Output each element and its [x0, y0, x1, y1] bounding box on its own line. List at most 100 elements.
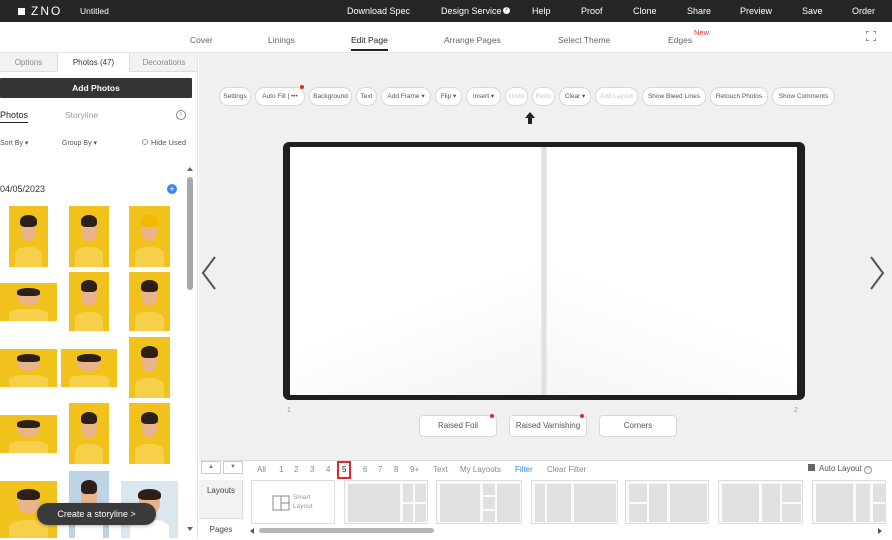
tab-options[interactable]: Options: [0, 53, 57, 72]
clear-button[interactable]: Clear ▾: [559, 87, 591, 106]
background-button[interactable]: Background: [309, 87, 352, 106]
page-left[interactable]: [290, 147, 544, 395]
raised-varnishing-button[interactable]: Raised Varnishing: [509, 414, 587, 437]
photo-thumbnail[interactable]: [129, 337, 170, 398]
clear-filter-button[interactable]: Clear Filter: [547, 465, 586, 474]
smart-layout-card[interactable]: Smart Layout: [251, 480, 335, 524]
photo-thumbnail[interactable]: [129, 206, 170, 267]
add-layout-button[interactable]: Add Layout: [595, 87, 638, 106]
filter-4[interactable]: 4: [326, 465, 330, 474]
photo-thumbnail[interactable]: [69, 206, 109, 267]
tab-select-theme[interactable]: Select Theme: [558, 35, 610, 45]
raised-foil-button[interactable]: Raised Foil: [419, 414, 497, 437]
photo-thumbnail[interactable]: [0, 415, 57, 453]
layout-thumbnail[interactable]: [812, 480, 886, 524]
filter-7[interactable]: 7: [378, 465, 382, 474]
page-right[interactable]: [544, 147, 797, 395]
menu-design-service[interactable]: Design Service?: [441, 6, 510, 16]
scroll-left-icon[interactable]: [249, 527, 255, 535]
scroll-down-icon[interactable]: [186, 525, 194, 533]
layout-thumbnail[interactable]: [531, 480, 618, 524]
redo-button[interactable]: Redo: [532, 87, 555, 106]
tab-photos[interactable]: Photos (47): [57, 53, 130, 72]
flip-button[interactable]: Flip ▾: [435, 87, 462, 106]
show-bleed-lines-button[interactable]: Show Bleed Lines: [642, 87, 706, 106]
create-storyline-button[interactable]: Create a storyline >: [37, 503, 156, 525]
photo-thumbnail[interactable]: [9, 206, 48, 267]
tab-layouts[interactable]: Layouts: [199, 486, 243, 495]
hide-used-toggle[interactable]: Hide Used: [142, 138, 186, 147]
help-icon[interactable]: ?: [863, 466, 872, 474]
layout-thumbnail[interactable]: [436, 480, 522, 524]
menu-help[interactable]: Help: [532, 6, 551, 16]
group-by-dropdown[interactable]: Group By ▾: [62, 139, 97, 147]
show-comments-button[interactable]: Show Comments: [772, 87, 835, 106]
retouch-photos-button[interactable]: Retouch Photos: [710, 87, 768, 106]
tab-decorations[interactable]: Decorations: [130, 53, 197, 72]
tab-cover[interactable]: Cover: [190, 35, 213, 45]
add-photos-button[interactable]: Add Photos: [0, 78, 192, 98]
collapse-up-icon[interactable]: ▲: [201, 461, 221, 474]
filter-5-selected[interactable]: 5: [337, 461, 352, 479]
photo-thumbnail[interactable]: [129, 403, 170, 464]
filter-2[interactable]: 2: [294, 465, 298, 474]
menu-clone[interactable]: Clone: [633, 6, 657, 16]
undo-button[interactable]: Undo: [505, 87, 528, 106]
tab-pages[interactable]: Pages: [199, 518, 243, 539]
menu-preview[interactable]: Preview: [740, 6, 772, 16]
sub-nav: Cover Linings Edit Page Arrange Pages Se…: [0, 22, 892, 53]
layout-thumbnail[interactable]: [344, 480, 428, 524]
scroll-up-icon[interactable]: [186, 165, 194, 173]
tab-edit-page[interactable]: Edit Page: [351, 35, 388, 51]
layout-scroll-thumb[interactable]: [259, 528, 434, 533]
photo-thumbnail[interactable]: [0, 349, 57, 387]
scroll-right-icon[interactable]: [877, 527, 883, 535]
layout-thumbnail[interactable]: [625, 480, 709, 524]
tab-linings[interactable]: Linings: [268, 35, 295, 45]
photo-thumbnail[interactable]: [0, 283, 57, 321]
previous-page-icon[interactable]: [199, 253, 219, 293]
text-button[interactable]: Text: [356, 87, 377, 106]
settings-button[interactable]: Settings: [219, 87, 251, 106]
filter-3[interactable]: 3: [310, 465, 314, 474]
add-group-icon[interactable]: +: [167, 184, 177, 194]
layout-scrollbar[interactable]: [249, 527, 884, 535]
corners-button[interactable]: Corners: [599, 415, 677, 437]
auto-layout-toggle[interactable]: Auto Layout ?: [808, 464, 872, 474]
filter-button[interactable]: Filter: [515, 465, 533, 474]
filter-9-plus[interactable]: 9+: [410, 465, 419, 474]
layout-thumbnail[interactable]: [718, 480, 803, 524]
filter-1[interactable]: 1: [279, 465, 283, 474]
menu-proof[interactable]: Proof: [581, 6, 603, 16]
menu-download-spec[interactable]: Download Spec: [347, 6, 410, 16]
info-icon[interactable]: i: [176, 110, 186, 120]
menu-share[interactable]: Share: [687, 6, 711, 16]
filter-text[interactable]: Text: [433, 465, 448, 474]
photo-scrollbar[interactable]: [186, 163, 194, 538]
fullscreen-icon[interactable]: [866, 31, 876, 41]
next-page-icon[interactable]: [867, 253, 889, 293]
expand-down-icon[interactable]: ▼: [223, 461, 243, 474]
menu-order[interactable]: Order: [852, 6, 875, 16]
filter-8[interactable]: 8: [394, 465, 398, 474]
photo-thumbnail[interactable]: [61, 349, 117, 387]
filter-all[interactable]: All: [257, 465, 266, 474]
tab-arrange-pages[interactable]: Arrange Pages: [444, 35, 501, 45]
filter-6[interactable]: 6: [363, 465, 367, 474]
photo-thumbnail[interactable]: [69, 403, 109, 464]
arrow-up-icon[interactable]: [523, 111, 537, 125]
menu-save[interactable]: Save: [802, 6, 823, 16]
tab-edges[interactable]: Edges New: [668, 28, 709, 45]
zno-logo[interactable]: ZNO: [18, 4, 64, 18]
insert-button[interactable]: Insert ▾: [466, 87, 501, 106]
scrollbar-thumb[interactable]: [187, 177, 193, 290]
filter-my-layouts[interactable]: My Layouts: [460, 465, 501, 474]
photo-thumbnail[interactable]: [69, 272, 109, 331]
add-frame-button[interactable]: Add Frame ▾: [381, 87, 431, 106]
photos-subtab[interactable]: Photos: [0, 110, 29, 123]
sort-by-dropdown[interactable]: Sort By ▾: [0, 139, 28, 147]
photo-thumbnail[interactable]: [129, 272, 170, 331]
auto-fill-button[interactable]: Auto Fill | •••: [255, 85, 305, 106]
storyline-subtab[interactable]: Storyline: [65, 110, 98, 120]
document-title[interactable]: Untitled: [80, 6, 109, 16]
